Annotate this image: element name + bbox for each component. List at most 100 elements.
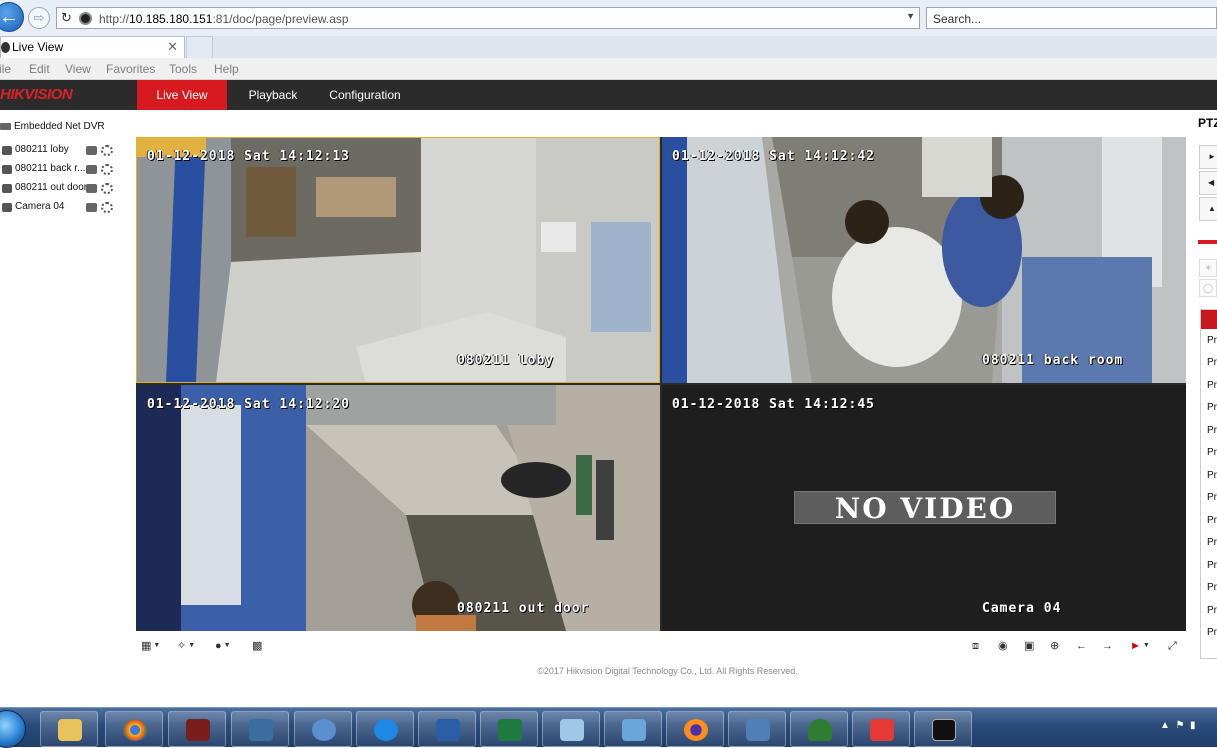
command-prompt-icon <box>932 719 956 741</box>
taskbar-excel[interactable] <box>480 711 538 747</box>
zoom-icon[interactable]: ⊕ <box>1050 640 1059 652</box>
nav-live-view[interactable]: Live View <box>137 80 227 110</box>
camera-item-4[interactable]: Camera 04 <box>0 201 130 215</box>
focus-icon[interactable]: ◯ <box>1199 279 1217 297</box>
fullscreen-icon[interactable]: ⤢ <box>1168 640 1177 652</box>
preset-item[interactable]: Pr <box>1207 627 1217 638</box>
ptz-left-button[interactable]: ◀ <box>1199 171 1217 195</box>
camera-item-1[interactable]: 080211 loby <box>0 144 130 158</box>
tree-icon <box>808 719 832 741</box>
menu-view[interactable]: View <box>65 62 91 76</box>
close-icon[interactable]: ✕ <box>167 39 178 55</box>
chrome-icon <box>123 719 147 741</box>
ptz-icon[interactable] <box>101 164 113 175</box>
ptz-panel: PTZ ► ◀ ▲ ☀ ◯ Pr Pr Pr Pr Pr Pr Pr Pr Pr… <box>1186 110 1217 686</box>
record-icon[interactable] <box>86 203 97 212</box>
preset-item[interactable]: Pr <box>1207 560 1217 571</box>
device-node[interactable]: Embedded Net DVR <box>0 121 105 132</box>
camera-label: Camera 04 <box>15 201 65 212</box>
next-page-icon[interactable]: → <box>1102 640 1113 652</box>
back-arrow-icon[interactable]: ← <box>0 2 24 32</box>
microphone-icon[interactable]: ● ▼ <box>215 640 231 652</box>
camera-icon <box>2 203 12 212</box>
preset-item[interactable]: Pr <box>1207 357 1217 368</box>
start-button[interactable] <box>0 710 26 748</box>
ptz-icon[interactable] <box>101 202 113 213</box>
capture-icon[interactable]: ▩ <box>252 640 262 652</box>
search-input[interactable]: Search... <box>926 7 1217 29</box>
light-icon[interactable]: ☀ <box>1199 259 1217 277</box>
taskbar-app-1[interactable] <box>168 711 226 747</box>
taskbar-app-6[interactable] <box>790 711 848 747</box>
taskbar-remote-desktop[interactable] <box>418 711 476 747</box>
preset-item[interactable]: Pr <box>1207 605 1217 616</box>
preset-item[interactable]: Pr <box>1207 425 1217 436</box>
record-icon[interactable] <box>86 146 97 155</box>
menu-favorites[interactable]: Favorites <box>106 62 155 76</box>
video-cell-back-room[interactable]: 01-12-2018 Sat 14:12:42 080211 back room <box>662 137 1186 383</box>
taskbar-chrome[interactable] <box>105 711 163 747</box>
ptz-icon[interactable]: ✧ ▼ <box>177 640 195 652</box>
snapshot-icon[interactable]: ◉ <box>998 640 1008 652</box>
system-tray[interactable]: ▲ ⚑ ▮ <box>1160 720 1195 731</box>
video-cell-loby[interactable]: 01-12-2018 Sat 14:12:13 080211 loby <box>136 137 660 383</box>
cell-camera-name: 080211 out door <box>457 601 590 616</box>
taskbar-command-prompt[interactable] <box>914 711 972 747</box>
taskbar-firefox[interactable] <box>666 711 724 747</box>
nav-configuration[interactable]: Configuration <box>322 80 408 110</box>
taskbar-app-3[interactable] <box>294 711 352 747</box>
taskbar-internet-explorer[interactable] <box>356 711 414 747</box>
preset-item[interactable]: Pr <box>1207 470 1217 481</box>
video-cell-camera-04[interactable]: 01-12-2018 Sat 14:12:45 NO VIDEO Camera … <box>662 385 1186 631</box>
preset-item[interactable]: Pr <box>1207 335 1217 346</box>
preset-item[interactable]: Pr <box>1207 447 1217 458</box>
camera-item-2[interactable]: 080211 back r... <box>0 163 130 177</box>
taskbar-app-5[interactable] <box>728 711 786 747</box>
record-icon[interactable]: ▣ <box>1024 640 1034 652</box>
menu-tools[interactable]: Tools <box>169 62 197 76</box>
preset-item[interactable]: Pr <box>1207 582 1217 593</box>
prev-page-icon[interactable]: ← <box>1076 640 1087 652</box>
nav-playback[interactable]: Playback <box>237 80 309 110</box>
stop-all-icon[interactable]: ⧈ <box>972 640 979 652</box>
app-header: HIKVISION Live View Playback Configurati… <box>0 80 1217 110</box>
site-favicon-icon <box>79 12 92 25</box>
record-icon[interactable] <box>86 165 97 174</box>
video-cell-out-door[interactable]: 01-12-2018 Sat 14:12:20 080211 out door <box>136 385 660 631</box>
window-layout-icon[interactable]: ▦ ▼ <box>141 640 160 652</box>
refresh-icon[interactable]: ↻ <box>61 10 72 26</box>
record-icon[interactable] <box>86 184 97 193</box>
taskbar-app-2[interactable] <box>231 711 289 747</box>
tab-live-view[interactable]: Live View ✕ <box>0 36 185 58</box>
cell-camera-name: 080211 back room <box>982 353 1124 368</box>
address-dropdown-icon[interactable]: ▼ <box>906 11 915 21</box>
tab-favicon-icon <box>1 42 10 53</box>
camera-tree: Embedded Net DVR 080211 loby 080211 back… <box>0 110 134 686</box>
preset-item[interactable]: Pr <box>1207 492 1217 503</box>
taskbar-app-4[interactable] <box>542 711 600 747</box>
ptz-up-left-button[interactable]: ► <box>1199 145 1217 169</box>
taskbar-app-7[interactable] <box>852 711 910 747</box>
camera-icon <box>2 184 12 193</box>
forward-arrow-icon[interactable]: ⇨ <box>28 7 50 29</box>
preset-item[interactable]: Pr <box>1207 402 1217 413</box>
excel-icon <box>498 719 522 741</box>
preset-item[interactable]: Pr <box>1207 537 1217 548</box>
new-tab-button[interactable] <box>186 36 213 58</box>
address-bar[interactable]: ↻ http://10.185.180.151:81/doc/page/prev… <box>56 7 920 29</box>
preset-item[interactable]: Pr <box>1207 380 1217 391</box>
menu-help[interactable]: Help <box>214 62 239 76</box>
taskbar-explorer[interactable] <box>40 711 98 747</box>
ptz-icon[interactable] <box>101 183 113 194</box>
menu-edit[interactable]: Edit <box>29 62 50 76</box>
ptz-down-left-button[interactable]: ▲ <box>1199 197 1217 221</box>
url-text[interactable]: http://10.185.180.151:81/doc/page/previe… <box>99 12 349 26</box>
preset-item[interactable]: Pr <box>1207 515 1217 526</box>
taskbar-control-panel[interactable] <box>604 711 662 747</box>
menu-file[interactable]: ile <box>0 62 11 76</box>
camera-item-3[interactable]: 080211 out door <box>0 182 130 196</box>
dvr-icon <box>0 122 11 130</box>
ptz-icon[interactable] <box>101 145 113 156</box>
browser-address-row: ← ⇨ ↻ http://10.185.180.151:81/doc/page/… <box>0 0 1217 36</box>
volume-icon[interactable]: ► ▼ <box>1130 640 1150 652</box>
